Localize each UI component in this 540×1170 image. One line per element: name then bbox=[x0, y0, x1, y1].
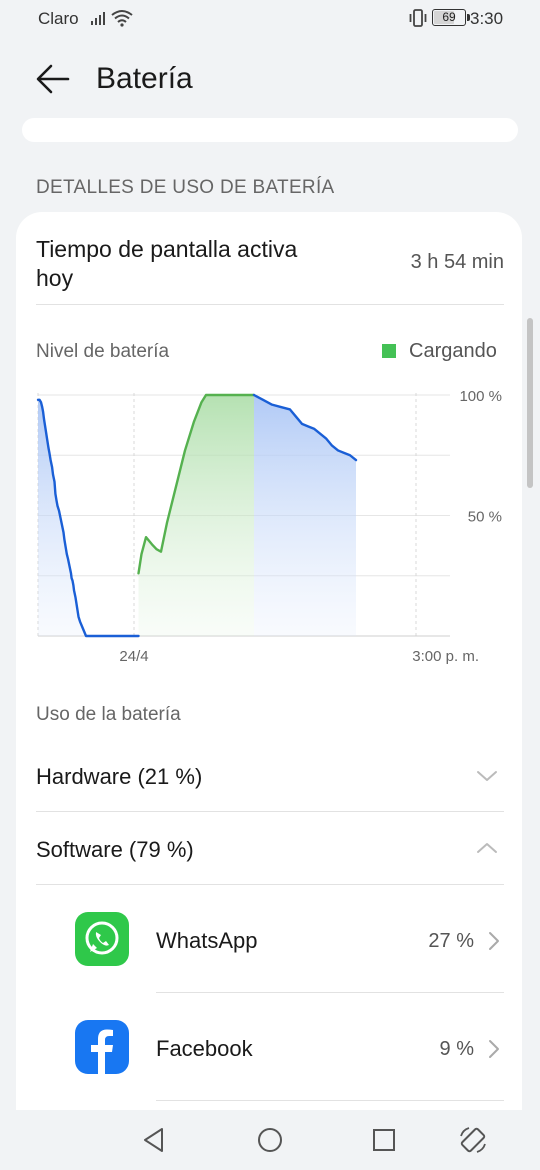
app-percent: 9 % bbox=[439, 1038, 474, 1060]
x-tick-label: 24/4 bbox=[119, 648, 148, 665]
clock: 3:30 bbox=[470, 9, 504, 28]
divider bbox=[36, 811, 504, 812]
y-tick-label: 100 % bbox=[459, 388, 502, 405]
wifi-icon bbox=[111, 10, 133, 27]
app-name: Facebook bbox=[156, 1036, 253, 1061]
app-row-facebook[interactable]: Facebook 9 % bbox=[36, 996, 504, 1096]
app-percent: 27 % bbox=[428, 930, 474, 952]
section-header: DETALLES DE USO DE BATERÍA bbox=[36, 177, 335, 198]
legend-swatch-charging bbox=[382, 344, 396, 358]
navigation-bar bbox=[0, 1110, 540, 1170]
divider bbox=[156, 1100, 504, 1101]
usage-title: Uso de la batería bbox=[36, 704, 181, 725]
series-area-discharging bbox=[254, 395, 356, 636]
chart-title: Nivel de batería bbox=[36, 341, 170, 362]
whatsapp-icon bbox=[75, 912, 129, 966]
page-title: Batería bbox=[96, 62, 193, 95]
legend-label-charging: Cargando bbox=[409, 340, 497, 362]
hardware-row[interactable]: Hardware (21 %) bbox=[36, 764, 202, 790]
scrollbar[interactable] bbox=[527, 318, 533, 488]
chevron-up-icon[interactable] bbox=[476, 841, 498, 855]
app-row-whatsapp[interactable]: WhatsApp 27 % bbox=[36, 888, 504, 988]
back-arrow-icon[interactable] bbox=[30, 58, 76, 104]
rotate-icon[interactable] bbox=[458, 1125, 488, 1155]
x-tick-label: 3:00 p. m. bbox=[412, 648, 479, 665]
battery-level-text: 69 bbox=[442, 10, 456, 24]
divider bbox=[36, 304, 504, 305]
battery-level-chart: 100 % 50 % 24/4 3:00 p. m. bbox=[36, 388, 502, 665]
status-bar: Claro 69 3:30 bbox=[0, 0, 540, 38]
collapsed-card bbox=[22, 118, 518, 142]
chevron-right-icon bbox=[489, 932, 499, 950]
signal-icon bbox=[91, 12, 105, 25]
divider bbox=[36, 884, 504, 885]
screen-time-value: 3 h 54 min bbox=[410, 251, 504, 273]
chevron-right-icon bbox=[489, 1040, 499, 1058]
nav-back-icon[interactable] bbox=[140, 1126, 168, 1154]
screen-time-label: Tiempo de pantalla activa hoy bbox=[36, 236, 298, 291]
software-row[interactable]: Software (79 %) bbox=[36, 837, 194, 863]
nav-recents-icon[interactable] bbox=[370, 1126, 398, 1154]
facebook-icon bbox=[75, 1020, 129, 1074]
chevron-down-icon[interactable] bbox=[476, 769, 498, 783]
app-name: WhatsApp bbox=[156, 928, 258, 953]
series-area-discharging bbox=[38, 399, 139, 636]
nav-home-icon[interactable] bbox=[256, 1126, 284, 1154]
divider bbox=[156, 992, 504, 993]
y-tick-label: 50 % bbox=[468, 509, 502, 526]
vibrate-icon bbox=[409, 9, 427, 27]
battery-icon: 69 bbox=[432, 9, 470, 26]
carrier-name: Claro bbox=[38, 9, 79, 28]
